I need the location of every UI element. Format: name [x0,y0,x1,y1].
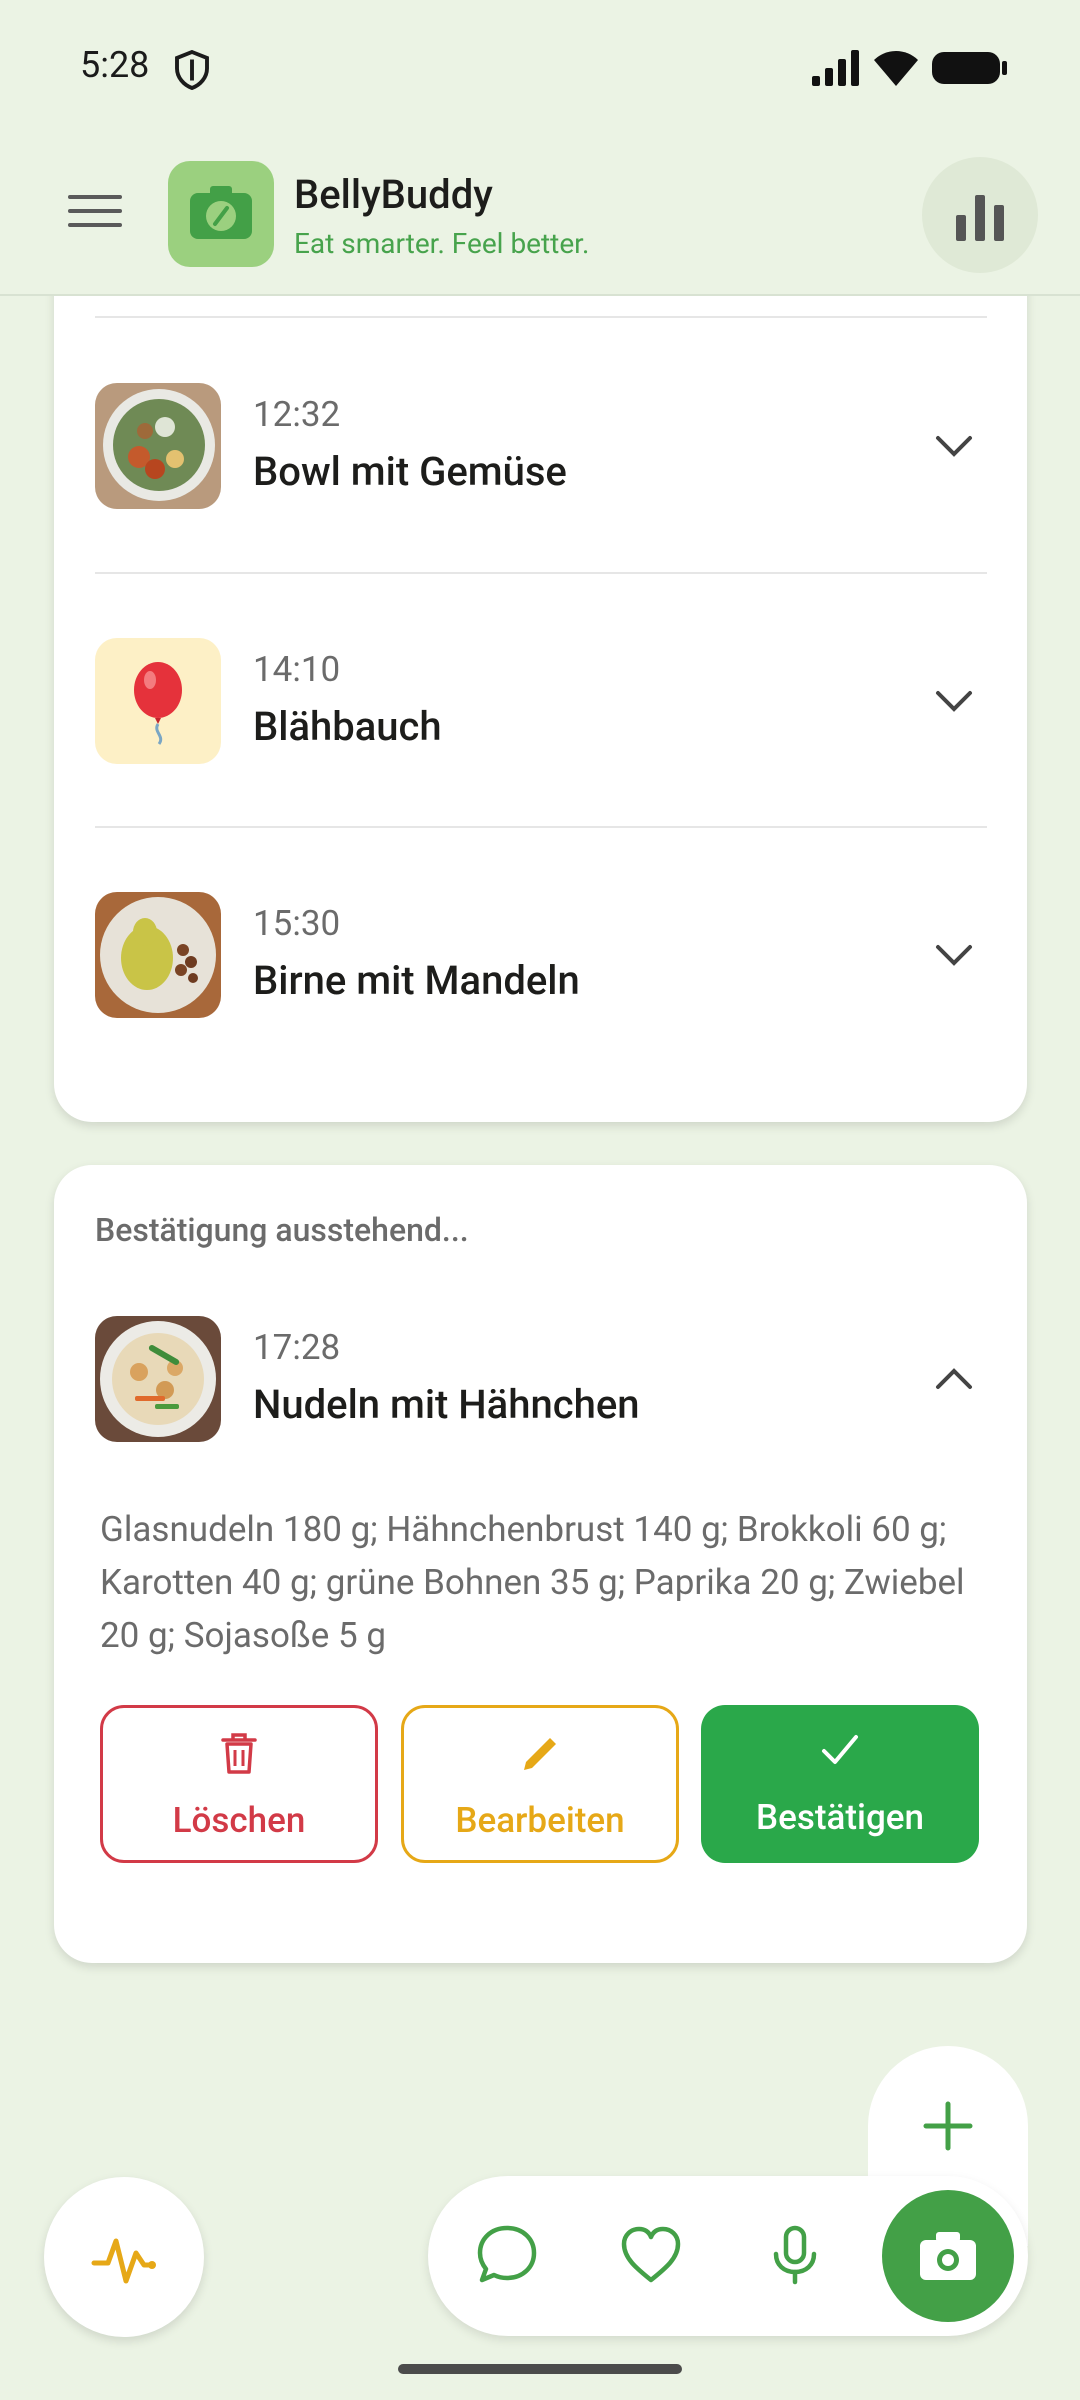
microphone-icon[interactable] [760,2220,830,2290]
confirm-button[interactable]: Bestätigen [701,1705,979,1863]
timeline-card: 12:32 Bowl mit Gemüse 14:10 Blähbauch 15… [54,260,1027,1122]
ingredients-text: Glasnudeln 180 g; Hähnchenbrust 140 g; B… [100,1509,965,1656]
confirm-label: Bestätigen [755,1797,925,1838]
meal-photo-thumbnail [95,892,221,1018]
app-logo [168,161,274,267]
pencil-icon [524,1738,556,1770]
divider [95,826,987,828]
meal-photo-thumbnail [95,383,221,509]
bar-chart-icon [956,195,1004,241]
entry-time: 12:32 [253,394,341,435]
status-bar: 5:28 [0,0,1080,135]
checkmark-icon [822,1735,858,1764]
wifi-icon [874,51,918,86]
delete-label: Löschen [172,1800,306,1841]
entry-time: 15:30 [253,903,341,944]
delete-button[interactable]: Löschen [100,1705,378,1863]
divider [95,572,987,574]
entry-time: 17:28 [253,1327,341,1368]
entry-title: Bowl mit Gemüse [253,448,567,495]
battery-icon [932,52,1007,84]
chevron-down-icon[interactable] [934,434,974,458]
heart-icon[interactable] [616,2220,686,2290]
chevron-up-icon[interactable] [934,1367,974,1391]
chevron-down-icon[interactable] [934,689,974,713]
signal-icon [812,50,859,86]
entry-title: Blähbauch [253,703,442,750]
shield-icon [175,50,209,90]
home-indicator[interactable] [398,2364,682,2374]
divider [95,316,987,318]
edit-label: Bearbeiten [455,1800,625,1841]
camera-button[interactable] [882,2190,1014,2322]
pulse-icon [91,2238,156,2284]
balloon-icon [134,662,182,745]
menu-button[interactable] [68,195,122,235]
camera-fork-logo-icon [190,186,252,239]
entry-title: Nudeln mit Hähnchen [253,1381,640,1428]
entry-title: Birne mit Mandeln [253,957,580,1004]
symptom-log-button[interactable] [44,2177,204,2337]
edit-button[interactable]: Bearbeiten [401,1705,679,1863]
pending-header: Bestätigung ausstehend... [95,1211,469,1249]
app-subtitle: Eat smarter. Feel better. [294,227,590,260]
meal-photo-thumbnail [95,1316,221,1442]
trash-icon [221,1733,257,1774]
chat-bubble-icon[interactable] [472,2220,542,2290]
app-bar: BellyBuddy Eat smarter. Feel better. [0,135,1080,296]
pending-confirmation-card: Bestätigung ausstehend... 17:28 Nudeln m… [54,1165,1027,1963]
app-title: BellyBuddy [294,171,493,218]
status-time: 5:28 [80,44,150,86]
chevron-down-icon[interactable] [934,943,974,967]
balloon-emoji-thumbnail [95,638,221,764]
entry-time: 14:10 [253,649,341,690]
camera-icon [920,2232,976,2280]
statistics-button[interactable] [922,157,1038,273]
